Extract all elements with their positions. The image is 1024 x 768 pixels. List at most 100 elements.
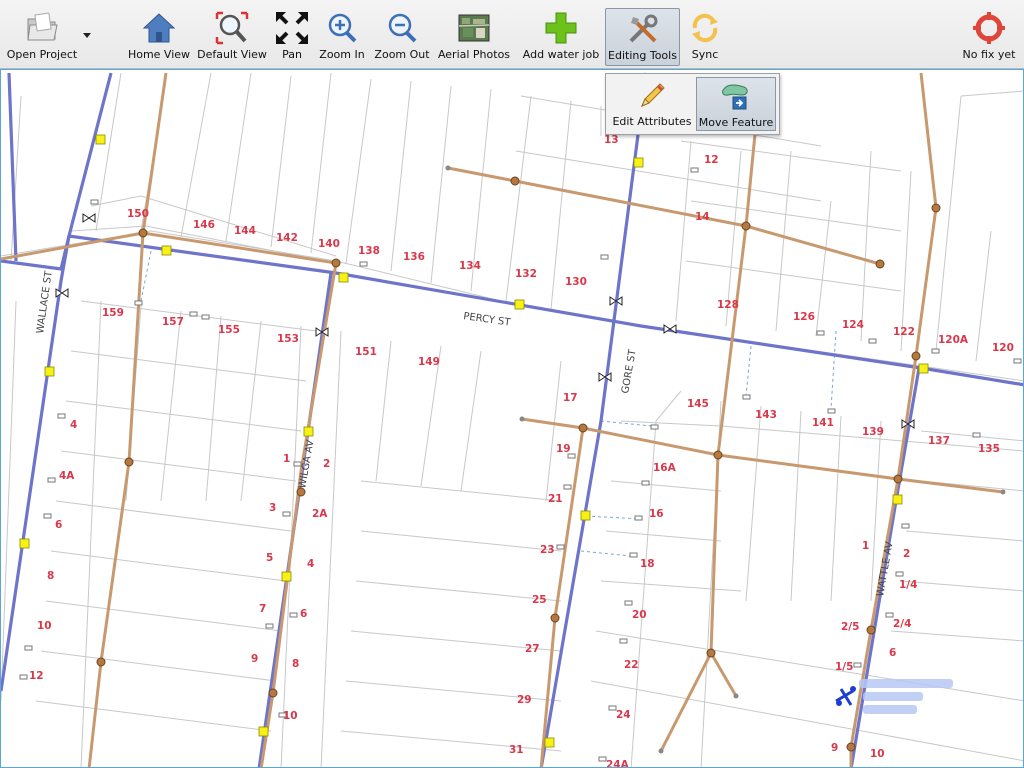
lot-label: 4 [70,419,77,431]
lot-label: 3 [269,502,276,514]
lot-label: 1/5 [835,661,853,673]
lot-label: 9 [251,653,258,665]
lot-label: 120 [992,342,1014,354]
pipe-end-markers [445,165,1006,754]
street-label-wallace-st: WALLACE ST [35,269,55,334]
editing-tools-label: Editing Tools [608,49,677,62]
lot-label: 2A [312,508,328,520]
editing-tools-menu: Edit Attributes Move Feature [605,73,780,135]
lot-label: 6 [55,519,62,531]
home-view-button[interactable]: Home View [128,8,190,66]
gps-status-label: No fix yet [962,48,1016,61]
lot-label: 29 [517,694,532,706]
gps-status-button[interactable]: No fix yet [962,8,1016,66]
pencil-icon [641,83,665,107]
lot-label: 23 [540,544,555,556]
toolbar: Open Project Home View Default View Pan [0,0,1024,69]
street-label-gore-st: GORE ST [620,348,639,395]
zoom-out-icon [388,13,417,43]
lot-label: 128 [717,299,739,311]
lot-label: 20 [632,609,647,621]
lot-label: 142 [276,232,298,244]
lot-label: 27 [525,643,540,655]
lot-label: 16A [653,462,677,474]
lot-label: 21 [548,493,563,505]
move-feature-icon [722,84,748,110]
map-view: WALLACE ST PERCY ST WILGA AV GORE ST WAT… [1,72,1023,767]
lot-label: 136 [403,251,425,263]
lot-label: 150 [127,208,149,220]
lot-label: 153 [277,333,299,345]
lot-label: 159 [102,307,124,319]
add-water-job-label: Add water job [522,48,600,61]
lot-label: 1 [283,453,290,465]
map-canvas[interactable]: WALLACE ST PERCY ST WILGA AV GORE ST WAT… [0,69,1024,768]
lot-label: 6 [300,608,307,620]
lot-label: 126 [793,311,815,323]
sync-label: Sync [691,48,719,61]
street-label-wattle-av: WATTLE AV [875,541,896,598]
zoom-out-label: Zoom Out [374,48,430,61]
editing-tools-button[interactable]: Editing Tools [605,8,680,66]
open-project-button[interactable]: Open Project [6,8,78,66]
aerial-photos-label: Aerial Photos [437,48,511,61]
lot-label: 16 [649,508,664,520]
gps-no-fix-icon [973,12,1005,44]
lot-label: 19 [556,443,571,455]
lot-label: 7 [259,603,266,615]
lot-label: 25 [532,594,547,606]
default-view-button[interactable]: Default View [197,8,267,66]
zoom-out-button[interactable]: Zoom Out [374,8,430,66]
lot-label: 14 [695,211,710,223]
lot-label: 120A [938,334,969,346]
lot-label: 2/5 [841,621,859,633]
lot-label: 31 [509,744,524,756]
zoom-in-icon [328,13,357,43]
lot-label: 12 [704,154,719,166]
water-mains [1,72,1023,767]
lot-label: 143 [755,409,777,421]
add-water-job-button[interactable]: Add water job [523,8,599,66]
aerial-photos-button[interactable]: Aerial Photos [438,8,510,66]
aerial-photo-icon [458,14,490,42]
lot-label: 13 [604,134,619,146]
lot-label: 155 [218,324,240,336]
edit-attributes-label: Edit Attributes [612,115,692,128]
lot-label: 1 [862,540,869,552]
lot-label: 144 [234,225,256,237]
street-label-percy-st: PERCY ST [463,311,512,329]
lot-label: 146 [193,219,215,231]
service-connections [140,250,837,557]
lot-label: 135 [978,443,1000,455]
lot-label: 10 [870,748,885,760]
user-location-icon[interactable] [835,686,856,706]
lot-label: 9 [831,742,838,754]
lot-label: 137 [928,435,950,447]
lot-label: 4A [59,470,75,482]
lot-label: 145 [687,398,709,410]
lot-label: 12 [29,670,44,682]
lot-label: 2 [323,458,330,470]
lot-label: 122 [893,326,915,338]
property-lines [1,72,1023,767]
move-feature-button[interactable]: Move Feature [696,77,776,131]
zoom-in-button[interactable]: Zoom In [319,8,365,66]
lot-label: 2 [903,548,910,560]
chevron-down-icon[interactable] [82,32,92,40]
default-view-label: Default View [197,48,267,61]
lot-label: 6 [889,647,896,659]
sync-icon [692,13,718,43]
lot-label: 132 [515,268,537,280]
edit-attributes-button[interactable]: Edit Attributes [612,77,692,131]
zoom-in-label: Zoom In [319,48,365,61]
lot-label: 138 [358,245,380,257]
sync-button[interactable]: Sync [688,8,722,66]
lot-label: 1/4 [899,579,917,591]
lot-label: 124 [842,319,864,331]
lot-label: 10 [37,620,52,632]
lot-label: 149 [418,356,440,368]
pan-button[interactable]: Pan [274,8,310,66]
lot-label: 22 [624,659,639,671]
lot-label: 2/4 [893,618,911,630]
lot-label: 130 [565,276,587,288]
